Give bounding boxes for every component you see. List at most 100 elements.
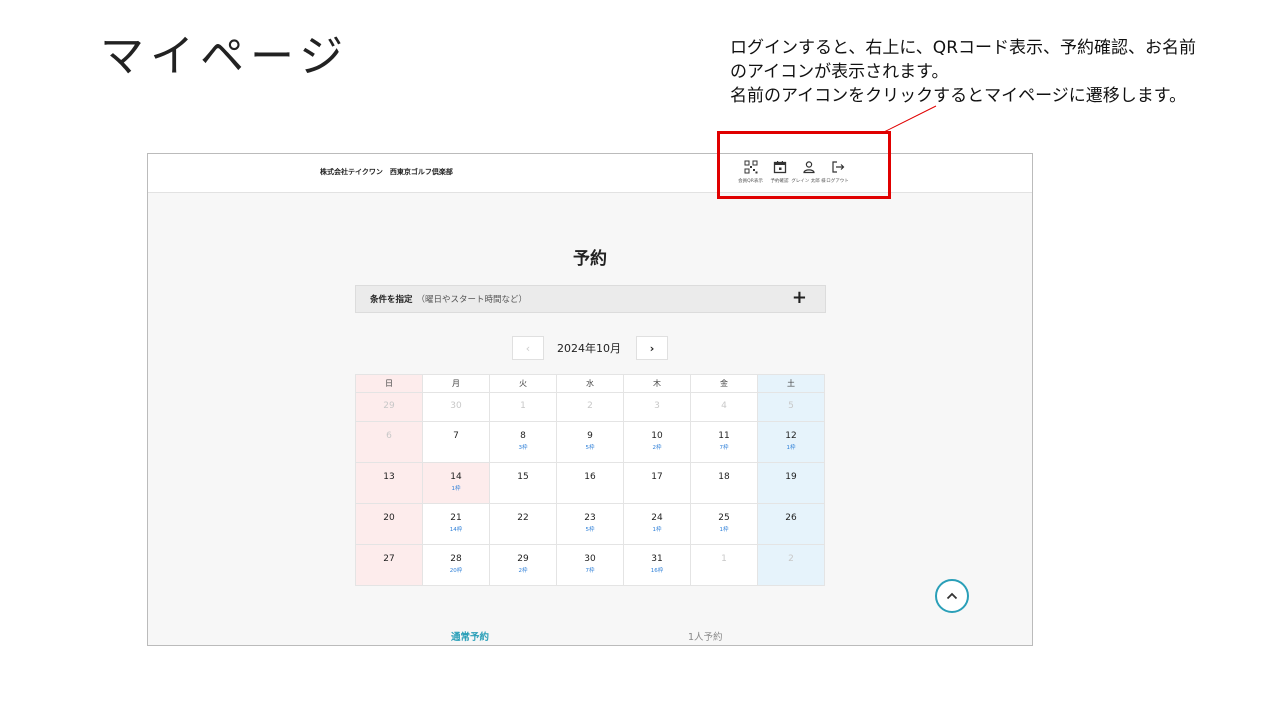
calendar-day[interactable]: 9 5枠	[556, 421, 624, 463]
calendar-day[interactable]: 12 1枠	[757, 421, 825, 463]
calendar-day[interactable]: 13	[355, 462, 423, 504]
slot-count: 20枠	[449, 568, 463, 574]
calendar-day[interactable]: 29 2枠	[489, 544, 557, 586]
calendar-day[interactable]: 7	[422, 421, 490, 463]
calendar-day[interactable]: 15	[489, 462, 557, 504]
slot-count: 7枠	[585, 568, 595, 574]
weekday-header: 水	[556, 374, 624, 393]
day-number: 14	[450, 472, 462, 482]
slot-count: 1枠	[719, 527, 729, 533]
slot-count: 2枠	[518, 568, 528, 574]
calendar-day[interactable]: 25 1枠	[690, 503, 758, 545]
day-number: 20	[383, 513, 395, 523]
condition-filter-toggle[interactable]: 条件を指定 （曜日やスタート時間など） +	[355, 285, 826, 313]
slot-count: 5枠	[585, 527, 595, 533]
tab-normal-reservation[interactable]: 通常予約	[451, 629, 489, 643]
slide-title: マイページ	[100, 31, 350, 82]
month-navigation: ‹ 2024年10月 ›	[512, 336, 668, 360]
day-number: 11	[718, 431, 730, 441]
filter-label: 条件を指定 （曜日やスタート時間など）	[370, 293, 527, 305]
slot-count: 1枠	[786, 445, 796, 451]
calendar-week: 6 7 8 3枠 9 5枠 10 2枠 11 7枠 12 1枠	[355, 421, 825, 463]
day-number: 22	[517, 513, 529, 523]
day-number: 28	[450, 554, 462, 564]
day-number: 1	[721, 554, 727, 564]
day-number: 10	[651, 431, 663, 441]
calendar-day[interactable]: 10 2枠	[623, 421, 691, 463]
day-number: 21	[450, 513, 462, 523]
tab-solo-reservation[interactable]: 1人予約	[688, 629, 723, 643]
day-number: 12	[785, 431, 797, 441]
site-header: 株式会社テイクワン 西東京ゴルフ倶楽部 会員QR表示 予約確認 グレイン 太郎 …	[148, 154, 1032, 193]
calendar-day[interactable]: 17	[623, 462, 691, 504]
calendar-day[interactable]: 28 20枠	[422, 544, 490, 586]
day-number: 26	[785, 513, 797, 523]
day-number: 6	[386, 431, 392, 441]
day-number: 31	[651, 554, 663, 564]
weekday-header: 日	[355, 374, 423, 393]
page-title: 予約	[573, 249, 607, 269]
prev-month-button[interactable]: ‹	[512, 336, 544, 360]
day-number: 16	[584, 472, 596, 482]
calendar-day: 2	[556, 392, 624, 422]
slot-count: 7枠	[719, 445, 729, 451]
slot-count: 1枠	[451, 486, 461, 492]
calendar-day[interactable]: 11 7枠	[690, 421, 758, 463]
note-line: ログインすると、右上に、QRコード表示、予約確認、お名前	[730, 38, 1197, 58]
calendar-day[interactable]: 30 7枠	[556, 544, 624, 586]
calendar-day: 30	[422, 392, 490, 422]
note-line: 名前のアイコンをクリックするとマイページに遷移します。	[730, 86, 1187, 106]
calendar-day[interactable]: 23 5枠	[556, 503, 624, 545]
slot-count: 2枠	[652, 445, 662, 451]
calendar-day[interactable]: 18	[690, 462, 758, 504]
calendar-day[interactable]: 31 16枠	[623, 544, 691, 586]
slot-count: 3枠	[518, 445, 528, 451]
weekday-row: 日月火水木金土	[355, 374, 825, 393]
next-month-button[interactable]: ›	[636, 336, 668, 360]
day-number: 29	[383, 401, 395, 411]
weekday-header: 火	[489, 374, 557, 393]
weekday-header: 木	[623, 374, 691, 393]
calendar-day[interactable]: 16	[556, 462, 624, 504]
day-number: 9	[587, 431, 593, 441]
day-number: 30	[450, 401, 462, 411]
calendar-day[interactable]: 19	[757, 462, 825, 504]
day-number: 4	[721, 401, 727, 411]
day-number: 19	[785, 472, 797, 482]
slot-count: 16枠	[650, 568, 664, 574]
scroll-to-top-button[interactable]	[935, 579, 969, 613]
annotation-note: ログインすると、右上に、QRコード表示、予約確認、お名前 のアイコンが表示されま…	[730, 36, 1260, 108]
calendar-day: 2	[757, 544, 825, 586]
day-number: 5	[788, 401, 794, 411]
calendar-day[interactable]: 27	[355, 544, 423, 586]
calendar-day: 5	[757, 392, 825, 422]
calendar-week: 27 28 20枠 29 2枠 30 7枠 31 16枠 1 2	[355, 544, 825, 586]
calendar-day[interactable]: 20	[355, 503, 423, 545]
day-number: 18	[718, 472, 730, 482]
day-number: 13	[383, 472, 395, 482]
calendar: 日月火水木金土 29 30 1 2 3 4 5 6 7 8 3枠 9 5枠 10 2枠 11 7枠 12 1枠 13 1…	[355, 374, 825, 586]
day-number: 1	[520, 401, 526, 411]
slot-count: 1枠	[652, 527, 662, 533]
day-number: 15	[517, 472, 529, 482]
weekday-header: 金	[690, 374, 758, 393]
calendar-day: 4	[690, 392, 758, 422]
calendar-day[interactable]: 26	[757, 503, 825, 545]
day-number: 23	[584, 513, 596, 523]
calendar-day[interactable]: 21 14枠	[422, 503, 490, 545]
calendar-day: 1	[489, 392, 557, 422]
calendar-day[interactable]: 24 1枠	[623, 503, 691, 545]
day-number: 29	[517, 554, 529, 564]
chevron-up-icon	[946, 592, 958, 600]
day-number: 27	[383, 554, 395, 564]
calendar-day[interactable]: 22	[489, 503, 557, 545]
calendar-week: 13 14 1枠 15 16 17 18 19	[355, 462, 825, 504]
slot-count: 14枠	[449, 527, 463, 533]
day-number: 24	[651, 513, 663, 523]
day-number: 2	[788, 554, 794, 564]
calendar-day[interactable]: 8 3枠	[489, 421, 557, 463]
calendar-day[interactable]: 14 1枠	[422, 462, 490, 504]
calendar-day: 1	[690, 544, 758, 586]
day-number: 8	[520, 431, 526, 441]
calendar-day: 6	[355, 421, 423, 463]
